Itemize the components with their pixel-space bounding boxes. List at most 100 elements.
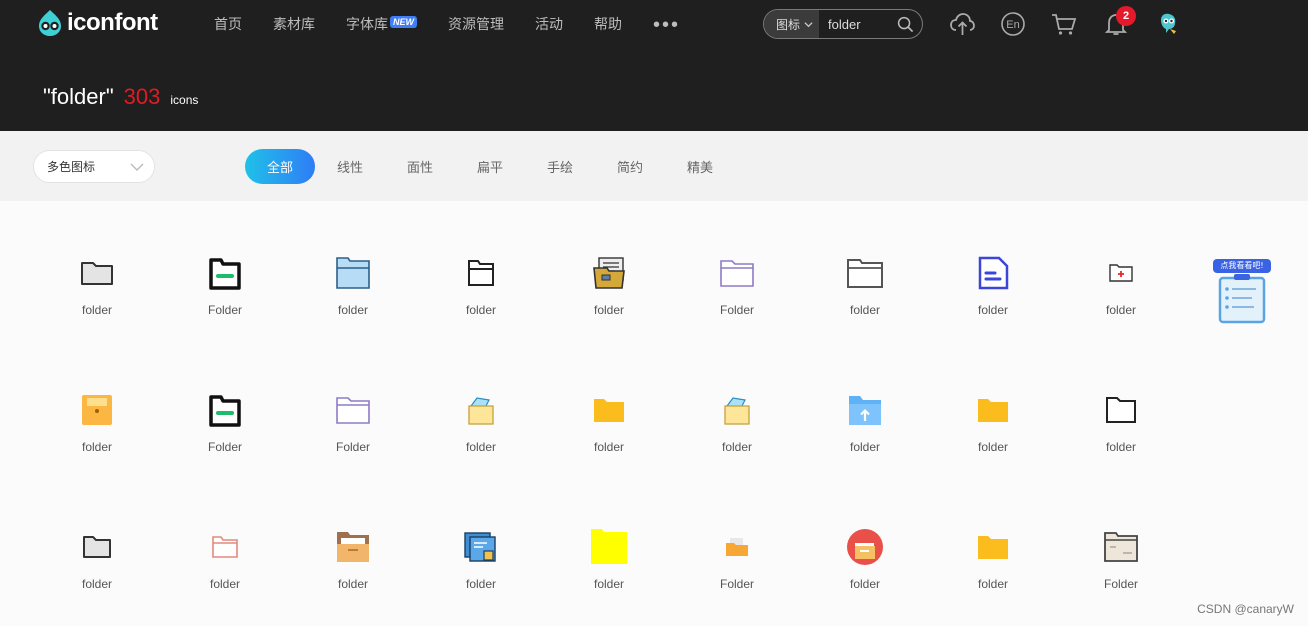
icon-card[interactable]: folder [815,392,915,492]
icon-card[interactable]: folder [943,392,1043,492]
folder-icon [336,257,370,289]
icon-card[interactable]: Folder [687,255,787,355]
nav-item-home[interactable]: 首页 [214,14,242,34]
icon-label: folder [977,440,1009,454]
icon-card[interactable]: folder [559,529,659,626]
language-en-icon[interactable]: En [1000,11,1026,37]
icon-label: folder [465,440,497,454]
icon-label: Folder [719,577,754,591]
svg-text:En: En [1006,19,1019,31]
iconfont-logo-icon [39,10,61,36]
icon-label: folder [81,440,113,454]
icon-label: folder [721,440,753,454]
avatar[interactable] [1155,11,1181,37]
folder-icon [1104,532,1138,562]
icon-label: folder [81,303,113,317]
icon-card[interactable]: folder [943,255,1043,355]
icon-card[interactable]: Folder [175,392,275,492]
icon-card[interactable]: folder [559,255,659,355]
icon-card[interactable]: folder [431,255,531,355]
main-nav: 首页 素材库 字体库 NEW 资源管理 活动 帮助 ••• [214,0,680,48]
icon-card[interactable]: Folder [687,529,787,626]
icon-card[interactable]: folder [559,392,659,492]
icon-card[interactable]: folder [303,255,403,355]
folder-icon [593,257,625,289]
icon-label: folder [1105,303,1137,317]
folder-icon [978,536,1008,559]
icon-card[interactable]: folder [431,529,531,626]
result-query: "folder" [43,84,114,109]
icon-card[interactable]: folder [175,529,275,626]
folder-icon [726,538,748,556]
icon-label: folder [81,577,113,591]
icon-card[interactable]: folder [47,392,147,492]
icon-card[interactable]: folder [815,529,915,626]
icon-card[interactable]: folder [815,255,915,355]
icon-label: Folder [1103,577,1138,591]
folder-icon [847,529,883,565]
folder-icon [81,262,113,285]
icon-card[interactable]: folder [431,392,531,492]
tab-linear[interactable]: 线性 [315,149,385,184]
icon-label: folder [849,577,881,591]
tab-flat[interactable]: 扁平 [455,149,525,184]
tab-hand-drawn[interactable]: 手绘 [525,149,595,184]
icon-label: Folder [207,303,242,317]
tab-filled[interactable]: 面性 [385,149,455,184]
nav-item-fonts-label: 字体库 [346,16,388,32]
nav-item-materials[interactable]: 素材库 [273,14,315,34]
icon-label: folder [593,577,625,591]
icon-card[interactable]: folder [687,392,787,492]
tab-all[interactable]: 全部 [245,149,315,184]
folder-icon [209,258,241,290]
document-icon [978,256,1009,290]
icon-card[interactable]: folder [943,529,1043,626]
cart-icon[interactable] [1051,11,1077,37]
folder-icon [82,395,112,425]
style-tabs: 全部 线性 面性 扁平 手绘 简约 精美 [245,149,735,184]
folder-icon [591,529,627,564]
result-title: "folder" 303 icons [43,84,198,110]
icon-label: Folder [719,303,754,317]
icon-card[interactable]: folder [1071,392,1171,492]
tab-simple[interactable]: 简约 [595,149,665,184]
icon-label: folder [977,303,1009,317]
folder-upload-icon [849,396,881,425]
icon-label: folder [1105,440,1137,454]
tab-refined[interactable]: 精美 [665,149,735,184]
logo[interactable]: iconfont [36,8,158,38]
icon-card[interactable]: Folder [303,392,403,492]
folder-icon [209,395,241,427]
nav-item-help[interactable]: 帮助 [594,14,622,34]
folder-icon [468,260,494,286]
color-type-label: 多色图标 [47,160,96,174]
upload-icon[interactable] [949,11,975,37]
more-menu-icon[interactable]: ••• [653,14,680,37]
icon-card[interactable]: Folder [1071,529,1171,626]
folder-icon [83,536,111,558]
folder-lock-icon [464,532,496,562]
icon-card[interactable]: folder [1071,255,1171,355]
icon-label: folder [593,440,625,454]
nav-item-fonts[interactable]: 字体库 NEW [346,14,417,34]
result-count: 303 [123,84,161,109]
icon-card[interactable]: folder [47,529,147,626]
folder-icon [212,536,238,558]
folder-icon [978,399,1008,422]
icon-card[interactable]: folder [47,255,147,355]
promo-widget[interactable]: 点我看看吧! [1212,256,1272,326]
folder-icon [337,532,369,562]
nav-item-activities[interactable]: 活动 [535,14,563,34]
color-type-select[interactable]: 多色图标 [33,150,155,183]
search-input[interactable] [828,16,901,32]
folder-icon [594,399,624,422]
promo-label: 点我看看吧! [1220,261,1264,270]
nav-item-resources[interactable]: 资源管理 [448,14,504,34]
folder-icon [336,397,370,424]
icon-label: folder [977,577,1009,591]
icon-card[interactable]: Folder [175,255,275,355]
search-icon[interactable] [897,16,914,33]
search-type-select[interactable]: 图标 [764,10,820,38]
icon-card[interactable]: folder [303,529,403,626]
search-box: 图标 [763,9,923,39]
